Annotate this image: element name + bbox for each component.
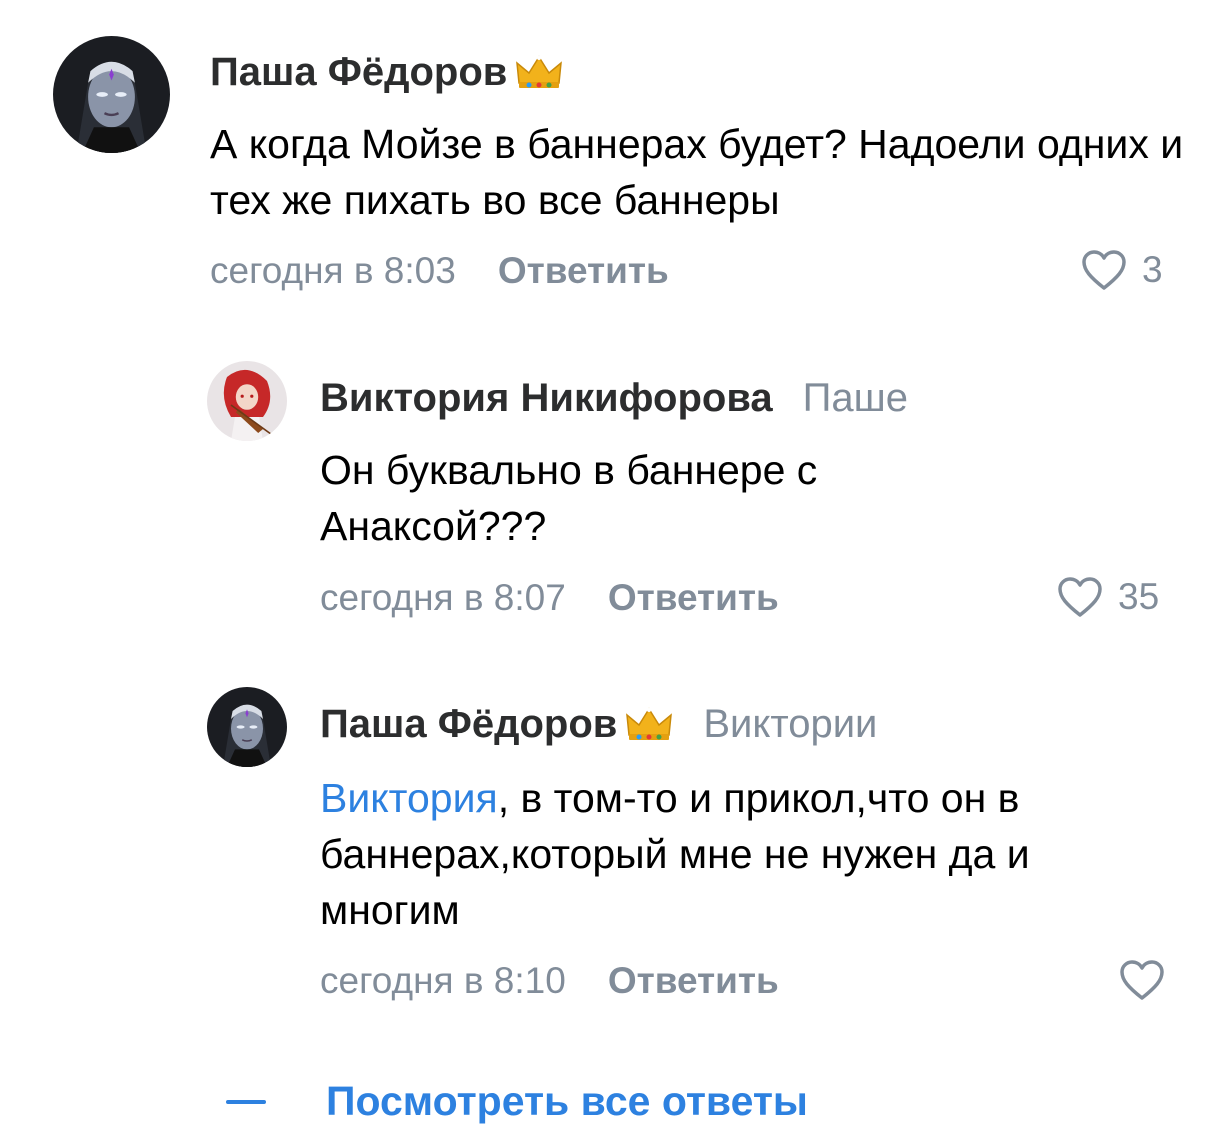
heart-icon <box>1120 960 1164 1000</box>
comment-time: сегодня в 8:07 <box>320 577 566 618</box>
reply-to[interactable]: Виктории <box>703 702 877 747</box>
comment-meta: сегодня в 8:03 Ответить <box>210 250 669 292</box>
avatar[interactable] <box>207 361 287 441</box>
author-name[interactable]: Паша Фёдоров <box>210 50 507 95</box>
comment-author[interactable]: Паша Фёдоров <box>210 50 563 95</box>
reply-to[interactable]: Паше <box>803 376 908 421</box>
heart-icon <box>1058 577 1102 617</box>
comment-text: А когда Мойзе в баннерах будет? Надоели … <box>210 121 1184 223</box>
reply-button[interactable]: Ответить <box>608 577 779 619</box>
comment-author[interactable]: Виктория Никифорова Паше <box>320 376 908 421</box>
reply-button[interactable]: Ответить <box>498 250 669 292</box>
comment-time: сегодня в 8:03 <box>210 250 456 291</box>
like-count: 35 <box>1118 576 1160 617</box>
show-all-replies-button[interactable]: Посмотреть все ответы <box>226 1078 808 1125</box>
author-name[interactable]: Паша Фёдоров <box>320 702 617 747</box>
show-all-replies-label: Посмотреть все ответы <box>326 1078 808 1124</box>
comment-meta: сегодня в 8:10 Ответить <box>320 960 779 1002</box>
like-button[interactable]: 35 <box>1056 575 1159 619</box>
comment-text: Виктория, в том-то и прикол,что он в бан… <box>320 775 1030 933</box>
dark-elf-avatar-icon <box>207 687 287 767</box>
like-button[interactable]: 3 <box>1080 248 1163 292</box>
crown-icon <box>516 55 563 88</box>
like-button[interactable] <box>1118 958 1166 1002</box>
avatar[interactable] <box>207 687 287 767</box>
comment-text: Он буквально в баннере с Анаксой??? <box>320 447 818 549</box>
author-name[interactable]: Виктория Никифорова <box>320 376 773 421</box>
avatar[interactable] <box>53 36 170 153</box>
crown-icon <box>626 707 673 740</box>
reply-button[interactable]: Ответить <box>608 960 779 1002</box>
mention-link[interactable]: Виктория <box>320 775 498 821</box>
heart-icon <box>1082 250 1126 290</box>
red-hair-violinist-avatar-icon <box>207 361 287 441</box>
collapse-dash-icon <box>226 1099 266 1104</box>
like-count: 3 <box>1142 249 1163 290</box>
comment-meta: сегодня в 8:07 Ответить <box>320 577 779 619</box>
comment-time: сегодня в 8:10 <box>320 960 566 1001</box>
comment-author[interactable]: Паша Фёдоров Виктории <box>320 702 877 747</box>
dark-elf-avatar-icon <box>53 36 170 153</box>
